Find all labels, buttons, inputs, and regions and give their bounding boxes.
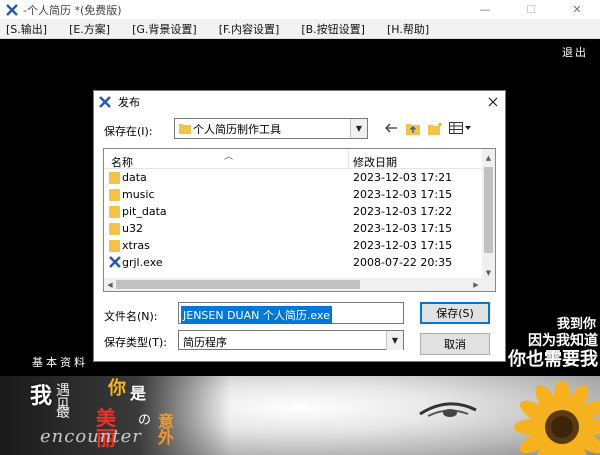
column-name[interactable]: 名称: [111, 154, 133, 170]
menu-button-settings[interactable]: [B.按钮设置]: [301, 21, 365, 37]
dialog-titlebar: 发布: [94, 91, 505, 113]
exe-icon: [109, 256, 121, 268]
close-button[interactable]: ✕: [554, 0, 600, 19]
file-list: ︿ 名称 修改日期 data 2023-12-03 17:21 music 20…: [103, 148, 496, 292]
menu-output[interactable]: [S.输出]: [6, 21, 47, 37]
window-title: -个人简历 *(免费版): [23, 3, 122, 17]
new-folder-icon[interactable]: [426, 120, 444, 136]
menu-bar: [S.输出] [E.方案] [G.背景设置] [F.内容设置] [B.按钮设置]…: [0, 19, 600, 39]
file-row-pit-data[interactable]: pit_data 2023-12-03 17:22: [104, 203, 484, 220]
file-list-header: ︿ 名称 修改日期: [104, 149, 484, 169]
file-name-label: 文件名(N):: [104, 310, 158, 323]
eye-image: [419, 402, 477, 417]
maximize-button[interactable]: ☐: [508, 0, 554, 19]
publish-dialog: 发布 保存在(I): 个人简历制作工具 ▼ ︿ 名称 修改日期 data 202…: [93, 90, 506, 362]
slogan-line-2: 因为我知道: [528, 333, 598, 349]
save-in-value: 个人简历制作工具: [193, 122, 281, 136]
file-name-value: JENSEN DUAN 个人简历.exe: [181, 306, 332, 324]
menu-scheme[interactable]: [E.方案]: [69, 21, 110, 37]
folder-icon: [179, 124, 191, 134]
dialog-logo-icon: [98, 95, 112, 109]
file-row-grjl-exe[interactable]: grjl.exe 2008-07-22 20:35: [104, 254, 484, 271]
save-button[interactable]: 保存(S): [420, 302, 490, 324]
scroll-thumb[interactable]: [484, 167, 493, 253]
minimize-button[interactable]: —: [462, 0, 508, 19]
app-titlebar: -个人简历 *(免费版) — ☐ ✕: [0, 0, 600, 19]
file-type-dropdown[interactable]: 简历程序 ▼: [178, 330, 404, 350]
exit-button[interactable]: 退出: [562, 44, 588, 60]
close-icon: [488, 97, 498, 107]
dialog-close-button[interactable]: [481, 91, 505, 113]
window-controls: — ☐ ✕: [462, 0, 600, 19]
file-row-data[interactable]: data 2023-12-03 17:21: [104, 169, 484, 186]
dialog-toolbar: [382, 120, 472, 136]
folder-icon: [109, 172, 120, 184]
slogan-line-3: 你也需要我: [508, 349, 598, 370]
app-logo-icon: [5, 3, 19, 17]
cancel-button[interactable]: 取消: [420, 333, 490, 355]
file-type-value: 简历程序: [183, 336, 227, 349]
file-row-u32[interactable]: u32 2023-12-03 17:15: [104, 220, 484, 237]
banner-image: 我 遇见 你 是 最 美丽 の 意外 encounter: [0, 376, 600, 455]
file-row-xtras[interactable]: xtras 2023-12-03 17:15: [104, 237, 484, 254]
slogan-text: 我到你 因为我知道 你也需要我: [508, 318, 598, 369]
scroll-left-icon[interactable]: ◀: [104, 278, 116, 291]
back-icon[interactable]: [382, 120, 400, 136]
save-in-dropdown[interactable]: 个人简历制作工具 ▼: [174, 118, 368, 139]
scroll-right-icon[interactable]: ▶: [470, 278, 482, 291]
menu-content-settings[interactable]: [F.内容设置]: [219, 21, 280, 37]
chevron-down-icon[interactable]: ▼: [386, 331, 403, 350]
menu-help[interactable]: [H.帮助]: [387, 21, 429, 37]
section-basic-info[interactable]: 基本资料: [32, 354, 88, 370]
folder-icon: [109, 223, 120, 235]
file-row-music[interactable]: music 2023-12-03 17:15: [104, 186, 484, 203]
folder-icon: [109, 240, 120, 252]
chevron-down-icon[interactable]: ▼: [350, 119, 367, 138]
up-folder-icon[interactable]: [404, 120, 422, 136]
slogan-line-1: 我到你: [556, 317, 596, 332]
sort-ascending-icon: ︿: [224, 152, 234, 162]
hscroll-thumb[interactable]: [116, 280, 360, 289]
file-type-label: 保存类型(T):: [104, 336, 168, 349]
column-modified[interactable]: 修改日期: [353, 154, 397, 170]
dialog-title: 发布: [118, 96, 140, 109]
vertical-scrollbar[interactable]: ▲ ▼: [482, 149, 495, 279]
scroll-up-icon[interactable]: ▲: [482, 151, 495, 164]
folder-icon: [109, 189, 120, 201]
view-menu-icon[interactable]: [448, 120, 472, 136]
sunflower-image: [514, 381, 600, 455]
menu-background-settings[interactable]: [G.背景设置]: [132, 21, 197, 37]
file-name-input[interactable]: JENSEN DUAN 个人简历.exe: [178, 302, 404, 324]
save-in-label: 保存在(I):: [104, 125, 153, 138]
horizontal-scrollbar[interactable]: ◀ ▶: [104, 278, 495, 291]
folder-icon: [109, 206, 120, 218]
